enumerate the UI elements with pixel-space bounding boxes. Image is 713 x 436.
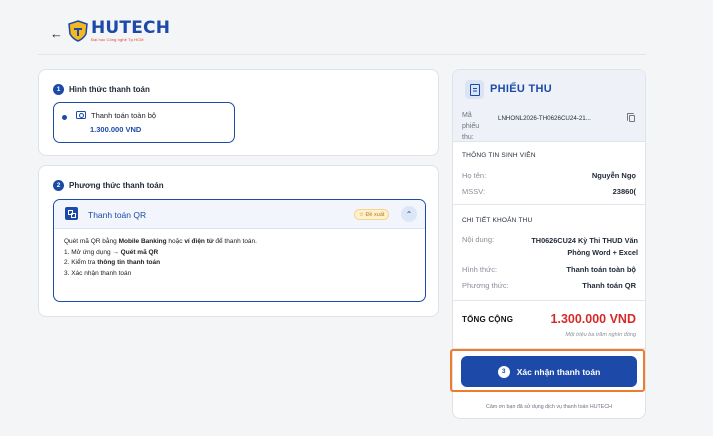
step-number: 1: [53, 84, 64, 95]
confirm-payment-button[interactable]: 3 Xác nhận thanh toán: [461, 356, 637, 387]
recommended-badge: ☆ Đề xuất: [354, 209, 390, 220]
step2-title: Phương thức thanh toán: [69, 181, 164, 190]
student-section-title: THÔNG TIN SINH VIÊN: [462, 152, 536, 159]
total-in-words: Một triệu ba trăm nghìn đồng: [565, 332, 636, 338]
receipt-title: PHIẾU THU: [490, 83, 552, 95]
top-bar: ← HUTECH Đại học Công nghệ Tp.HCM: [0, 0, 713, 62]
total-amount: 1.300.000 VND: [550, 312, 636, 326]
content-label: Nội dung:: [462, 235, 495, 244]
name-label: Họ tên:: [462, 171, 487, 180]
instruction-line: 3. Xác nhận thanh toán: [64, 269, 132, 277]
step-number: 2: [53, 180, 64, 191]
instruction-line: Quét mã QR bằng Mobile Banking hoặc ví đ…: [64, 238, 257, 245]
qr-method-header[interactable]: Thanh toán QR ☆ Đề xuất ⌃: [54, 200, 425, 229]
step2-heading: 2 Phương thức thanh toán: [53, 180, 164, 191]
chevron-up-icon[interactable]: ⌃: [401, 206, 417, 222]
method-title: Thanh toán QR: [88, 210, 147, 220]
section-divider: [453, 300, 645, 301]
arrow-left-icon[interactable]: ←: [50, 26, 63, 41]
logo-name: HUTECH: [91, 18, 171, 38]
step1-heading: 1 Hình thức thanh toán: [53, 84, 150, 95]
option-amount: 1.300.000 VND: [90, 125, 142, 134]
receipt-code-label: Mã phiếu thu:: [462, 112, 480, 141]
payment-form-value: Thanh toán toàn bộ: [566, 265, 636, 274]
student-name: Nguyễn Ngọ: [591, 171, 636, 180]
instruction-line: 2. Kiểm tra thông tin thanh toán: [64, 259, 161, 266]
total-label: TỔNG CỘNG: [462, 315, 514, 324]
instruction-line: 1. Mở ứng dụng → Quét mã QR: [64, 248, 159, 256]
header-divider: [38, 54, 646, 55]
qr-instructions: Quét mã QR bằng Mobile Banking hoặc ví đ…: [64, 237, 257, 279]
form-label: Hình thức:: [462, 265, 498, 274]
hutech-logo[interactable]: HUTECH Đại học Công nghệ Tp.HCM: [68, 20, 170, 42]
qr-code-icon: [65, 207, 78, 220]
student-id-label: MSSV:: [462, 187, 486, 196]
logo-tagline: Đại học Công nghệ Tp.HCM: [91, 37, 144, 42]
method-label: Phương thức:: [462, 281, 509, 290]
step-number: 3: [497, 365, 510, 378]
student-id: 23860(: [612, 187, 636, 196]
qr-method-panel: Thanh toán QR ☆ Đề xuất ⌃ Quét mã QR bằn…: [53, 199, 426, 302]
payment-method-card: 2 Phương thức thanh toán Thanh toán QR ☆…: [38, 165, 439, 317]
fee-section-title: CHI TIẾT KHOẢN THU: [462, 217, 533, 224]
shield-logo-icon: [68, 20, 88, 42]
option-label: Thanh toán toàn bộ: [91, 111, 157, 120]
document-icon: [465, 80, 484, 99]
thank-you-note: Cảm ơn bạn đã sử dụng dịch vụ thanh toán…: [486, 404, 612, 410]
cash-icon: [76, 111, 86, 119]
copy-icon[interactable]: [627, 113, 635, 122]
section-divider: [453, 204, 645, 205]
confirm-label: Xác nhận thanh toán: [516, 366, 601, 377]
radio-selected-icon[interactable]: [62, 115, 67, 120]
receipt-code: LNHONL2026-TH0626CU24-21...: [498, 115, 591, 122]
payment-form-card: 1 Hình thức thanh toán Thanh toán toàn b…: [38, 69, 439, 156]
step1-title: Hình thức thanh toán: [69, 85, 150, 94]
fee-content: TH0626CU24 Kỳ Thi THUD Văn Phòng Word + …: [531, 236, 638, 257]
full-payment-option[interactable]: Thanh toán toàn bộ 1.300.000 VND: [53, 102, 235, 143]
payment-method-value: Thanh toán QR: [582, 281, 636, 290]
receipt-header: PHIẾU THU Mã phiếu thu: LNHONL2026-TH062…: [453, 70, 645, 142]
